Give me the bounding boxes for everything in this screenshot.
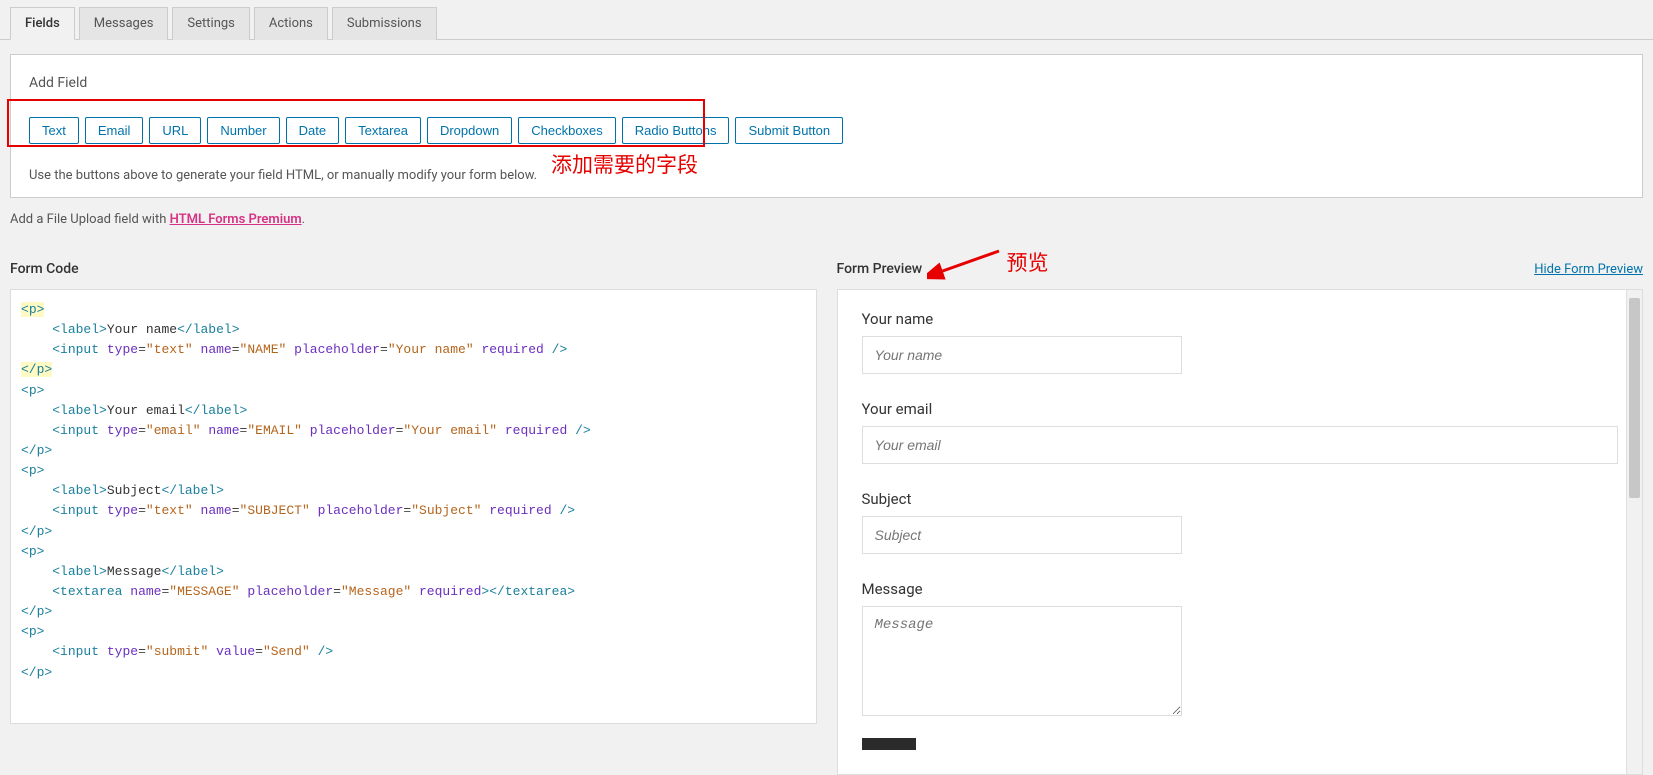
add-field-title: Add Field xyxy=(29,75,1624,91)
add-field-hint: Use the buttons above to generate your f… xyxy=(29,168,1624,183)
preview-label-message: Message xyxy=(862,580,1619,598)
preview-label-email: Your email xyxy=(862,400,1619,418)
preview-input-subject[interactable] xyxy=(862,516,1182,554)
field-btn-text[interactable]: Text xyxy=(29,117,79,144)
hide-preview-link[interactable]: Hide Form Preview xyxy=(1534,262,1643,277)
field-btn-dropdown[interactable]: Dropdown xyxy=(427,117,512,144)
field-btn-url[interactable]: URL xyxy=(149,117,201,144)
tab-bar: Fields Messages Settings Actions Submiss… xyxy=(0,0,1653,40)
form-code-title: Form Code xyxy=(10,261,79,277)
preview-input-email[interactable] xyxy=(862,426,1619,464)
scrollbar[interactable] xyxy=(1626,290,1642,774)
tab-settings[interactable]: Settings xyxy=(172,7,249,40)
add-field-panel: Add Field Text Email URL Number Date Tex… xyxy=(10,54,1643,198)
field-btn-email[interactable]: Email xyxy=(85,117,144,144)
tab-submissions[interactable]: Submissions xyxy=(332,7,437,40)
field-btn-radio[interactable]: Radio Buttons xyxy=(622,117,730,144)
upload-note: Add a File Upload field with HTML Forms … xyxy=(10,212,1643,227)
preview-form: Your name Your email Subject Message xyxy=(837,289,1644,775)
field-btn-date[interactable]: Date xyxy=(286,117,339,144)
tab-messages[interactable]: Messages xyxy=(79,7,169,40)
form-preview-title: Form Preview xyxy=(837,261,923,277)
field-type-buttons: Text Email URL Number Date Textarea Drop… xyxy=(29,105,1624,154)
preview-input-message[interactable] xyxy=(862,606,1182,716)
upload-note-link[interactable]: HTML Forms Premium xyxy=(170,212,302,227)
field-btn-checkboxes[interactable]: Checkboxes xyxy=(518,117,616,144)
preview-input-name[interactable] xyxy=(862,336,1182,374)
columns: Form Code <p> <label>Your name</label> <… xyxy=(10,261,1643,775)
upload-note-suffix: . xyxy=(302,212,305,227)
field-btn-number[interactable]: Number xyxy=(207,117,279,144)
code-editor[interactable]: <p> <label>Your name</label> <input type… xyxy=(10,289,817,724)
preview-label-name: Your name xyxy=(862,310,1619,328)
form-preview-section: Form Preview Hide Form Preview 预览 Your n… xyxy=(837,261,1644,775)
tab-fields[interactable]: Fields xyxy=(10,7,75,40)
scrollbar-thumb[interactable] xyxy=(1629,298,1640,498)
preview-label-subject: Subject xyxy=(862,490,1619,508)
field-btn-textarea[interactable]: Textarea xyxy=(345,117,421,144)
tab-actions[interactable]: Actions xyxy=(254,7,328,40)
upload-note-prefix: Add a File Upload field with xyxy=(10,212,170,227)
form-code-section: Form Code <p> <label>Your name</label> <… xyxy=(10,261,817,724)
preview-submit-button[interactable] xyxy=(862,738,916,750)
field-btn-submit[interactable]: Submit Button xyxy=(735,117,843,144)
